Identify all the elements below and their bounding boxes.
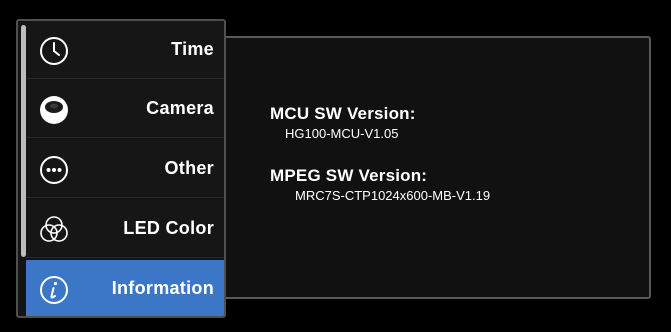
mpeg-version-value: MRC7S-CTP1024x600-MB-V1.19 (295, 188, 491, 203)
settings-screen: MCU SW Version: HG100-MCU-V1.05 MPEG SW … (0, 0, 671, 332)
clock-icon (40, 37, 68, 65)
menu-item-label: Other (164, 158, 214, 178)
menu-item-time[interactable]: Time (26, 21, 224, 79)
menu-item-label: Information (111, 278, 214, 298)
menu-item-camera[interactable]: Camera (26, 80, 224, 138)
settings-menu: Time Camera Other LED Color Information (16, 19, 226, 318)
menu-item-information[interactable]: Information (26, 260, 224, 316)
mcu-version-title: MCU SW Version: (270, 104, 416, 123)
menu-item-label: Time (171, 39, 214, 59)
mpeg-version-title: MPEG SW Version: (270, 166, 428, 185)
color-circles-icon (40, 216, 68, 242)
menu-item-other[interactable]: Other (26, 140, 224, 198)
more-dots-icon (40, 156, 68, 184)
menu-item-led-color[interactable]: LED Color (26, 200, 224, 258)
mcu-version-value: HG100-MCU-V1.05 (285, 126, 399, 141)
info-icon (40, 276, 68, 304)
menu-item-label: Camera (146, 98, 214, 118)
information-panel: MCU SW Version: HG100-MCU-V1.05 MPEG SW … (218, 36, 651, 299)
menu-item-label: LED Color (123, 218, 214, 238)
camera-lens-icon (40, 96, 68, 124)
